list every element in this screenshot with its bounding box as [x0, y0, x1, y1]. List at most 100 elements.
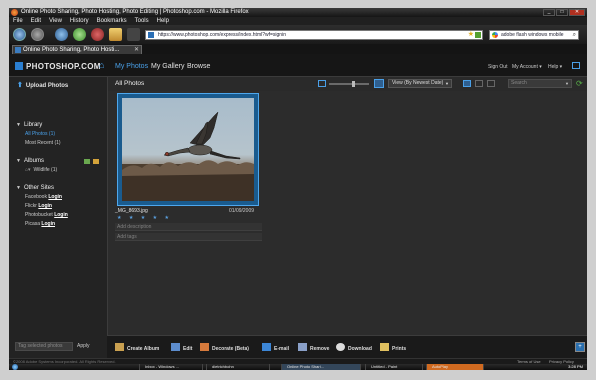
description-field[interactable]: Add description	[115, 223, 262, 231]
maximize-button[interactable]: □	[556, 9, 568, 16]
history-button[interactable]	[55, 28, 68, 41]
remove-button[interactable]: Remove	[298, 343, 329, 353]
list-view-icon[interactable]	[487, 80, 495, 87]
prints-button[interactable]: Prints	[380, 343, 406, 353]
tag-input[interactable]: Tag selected photos	[15, 342, 73, 351]
url-bar[interactable]: https://www.photoshop.com/express/index.…	[145, 30, 483, 40]
email-button[interactable]: E-mail	[262, 343, 289, 353]
album-options-icon[interactable]	[93, 159, 99, 164]
menu-view[interactable]: View	[49, 17, 62, 25]
menu-tools[interactable]: Tools	[135, 17, 149, 25]
apply-button[interactable]: Apply	[77, 343, 90, 349]
star-icon[interactable]: ★	[468, 31, 474, 39]
sidebar-item-all-photos[interactable]: All Photos (1)	[25, 131, 55, 137]
zoom-slider[interactable]	[329, 83, 369, 85]
nav-my-photos[interactable]: My Photos	[115, 63, 148, 70]
bookmark-icon[interactable]	[127, 28, 140, 41]
app-logo[interactable]: PHOTOSHOP.COM	[15, 62, 101, 71]
sidebar-item-most-recent[interactable]: Most Recent (1)	[25, 140, 61, 146]
menu-file[interactable]: File	[13, 17, 23, 25]
add-album-icon[interactable]	[84, 159, 90, 164]
view-sort-select[interactable]: View (By Newest Date) ▼	[388, 79, 452, 88]
decorate-button[interactable]: Decorate (Beta)	[200, 343, 249, 353]
navigation-toolbar: https://www.photoshop.com/express/index.…	[9, 25, 587, 44]
sidebar-item-wildlife[interactable]: ⌂▾ Wildlife (1)	[25, 167, 57, 173]
upload-arrow-icon: ⬆	[17, 82, 23, 89]
facebook-login-link[interactable]: Login	[48, 194, 62, 200]
large-view-icon[interactable]	[475, 80, 483, 87]
zoom-in-icon[interactable]	[374, 79, 384, 88]
home-button[interactable]	[109, 28, 122, 41]
album-lock-icon: ⌂▾	[25, 167, 31, 173]
taskbar-inbox[interactable]: Inbox - Windows ...	[139, 364, 203, 370]
upload-label: Upload Photos	[25, 83, 69, 89]
search-bar[interactable]: adobe flash windows mobile ⌕	[489, 30, 579, 40]
taskbar-dietrichbohn[interactable]: dietrichbohn	[206, 364, 270, 370]
new-window-icon[interactable]: +	[575, 342, 585, 352]
other-sites-heading[interactable]: ▼ Other Sites	[16, 185, 54, 191]
sidebar-item-facebook[interactable]: Facebook Login	[25, 194, 62, 200]
minimize-button[interactable]: _	[543, 9, 555, 16]
taskbar-firefox[interactable]: Online Photo Shari...	[281, 364, 361, 370]
menu-history[interactable]: History	[70, 17, 89, 25]
taskbar-paint[interactable]: Untitled - Paint	[365, 364, 423, 370]
nav-my-gallery[interactable]: My Gallery	[151, 63, 184, 70]
grid-view-icon[interactable]	[463, 80, 471, 87]
google-icon	[492, 32, 498, 38]
reload-button[interactable]	[73, 28, 86, 41]
sign-out-link[interactable]: Sign Out	[488, 64, 507, 70]
sidebar-item-picasa[interactable]: Picasa Login	[25, 221, 55, 227]
nav-browse[interactable]: Browse	[187, 63, 210, 70]
title-bar: Online Photo Sharing, Photo Hosting, Pho…	[9, 8, 587, 17]
chevron-down-icon: ▼	[445, 81, 449, 86]
tag-row: Tag selected photos Apply	[9, 335, 108, 358]
menu-bar: File Edit View History Bookmarks Tools Help	[9, 17, 587, 25]
tags-field[interactable]: Add tags	[115, 233, 262, 241]
home-icon[interactable]: ⌂	[99, 61, 104, 70]
browser-window: Online Photo Sharing, Photo Hosting, Pho…	[9, 8, 587, 370]
fullscreen-icon[interactable]	[572, 62, 580, 69]
tab-close-icon[interactable]: ✕	[134, 46, 139, 54]
library-heading[interactable]: ▼ Library	[16, 122, 42, 128]
photo-thumbnail-selected[interactable]	[117, 93, 259, 206]
download-button[interactable]: Download	[336, 343, 372, 353]
collapse-triangle-icon: ▼	[16, 158, 21, 164]
magnifier-icon[interactable]: ⌕	[573, 31, 576, 39]
window-title: Online Photo Sharing, Photo Hosting, Pho…	[21, 9, 249, 15]
site-favicon-icon	[148, 32, 154, 38]
photobucket-login-link[interactable]: Login	[54, 212, 68, 218]
start-button[interactable]	[12, 364, 18, 370]
flickr-login-link[interactable]: Login	[38, 203, 52, 209]
zoom-slider-handle[interactable]	[352, 81, 355, 87]
sidebar-item-flickr[interactable]: Flickr Login	[25, 203, 52, 209]
refresh-icon[interactable]: ⟳	[576, 79, 583, 88]
sidebar-item-photobucket[interactable]: Photobucket Login	[25, 212, 68, 218]
forward-button[interactable]	[31, 28, 44, 41]
search-text: adobe flash windows mobile	[501, 32, 564, 38]
menu-help[interactable]: Help	[157, 17, 169, 25]
back-button[interactable]	[13, 28, 26, 41]
content-toolbar: All Photos View (By Newest Date) ▼ Search…	[108, 77, 587, 91]
collapse-triangle-icon: ▼	[16, 122, 21, 128]
picasa-login-link[interactable]: Login	[41, 221, 55, 227]
stop-button[interactable]	[91, 28, 104, 41]
zoom-out-icon[interactable]	[318, 80, 326, 87]
edit-button[interactable]: Edit	[171, 343, 192, 353]
rating-stars[interactable]: ★ ★ ★ ★ ★	[117, 215, 172, 221]
taskbar-autoplay[interactable]: AutoPlay	[426, 364, 484, 370]
photo-content: All Photos View (By Newest Date) ▼ Search…	[108, 77, 587, 335]
upload-photos-button[interactable]: ⬆ Upload Photos	[17, 81, 68, 89]
crane-photo	[122, 98, 254, 201]
menu-bookmarks[interactable]: Bookmarks	[97, 17, 127, 25]
tab-photoshop[interactable]: Online Photo Sharing, Photo Hosti... ✕	[12, 45, 142, 54]
albums-heading[interactable]: ▼ Albums	[16, 158, 44, 164]
go-icon[interactable]	[475, 32, 481, 38]
create-album-button[interactable]: Create Album	[115, 343, 159, 353]
help-menu[interactable]: Help ▾	[548, 64, 562, 70]
my-account-menu[interactable]: My Account ▾	[512, 64, 542, 70]
menu-edit[interactable]: Edit	[31, 17, 41, 25]
photo-search-input[interactable]: Search ▼	[508, 79, 572, 88]
close-window-button[interactable]: ✕	[569, 9, 585, 16]
system-clock: 3:28 PM	[568, 364, 583, 369]
url-text: https://www.photoshop.com/express/index.…	[158, 32, 286, 38]
